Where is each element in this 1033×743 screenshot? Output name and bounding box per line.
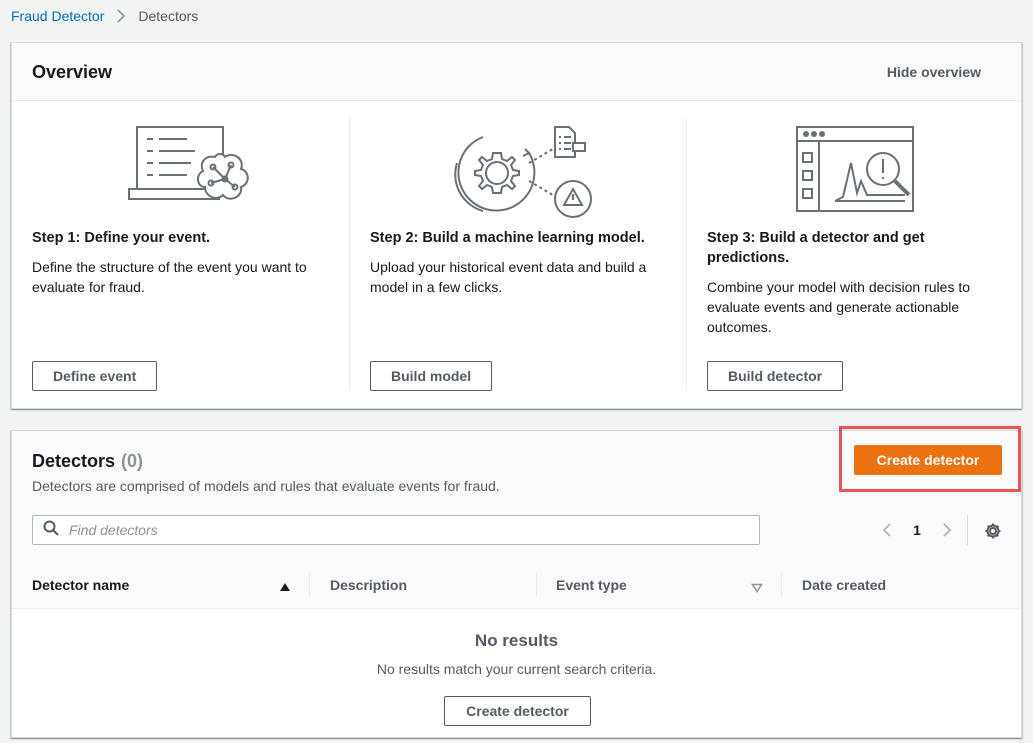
breadcrumb-fraud-detector-link[interactable]: Fraud Detector (11, 8, 104, 24)
detectors-title-text: Detectors (32, 451, 116, 471)
build-detector-button[interactable]: Build detector (707, 361, 844, 391)
create-detector-button[interactable]: Create detector (854, 445, 1002, 475)
laptop-brain-icon (12, 123, 349, 219)
search-icon (43, 520, 59, 541)
column-detector-name[interactable]: Detector name (32, 561, 129, 609)
overview-panel: Overview Hide overview Step 1: Define yo… (11, 42, 1022, 409)
step-1-description: Define the structure of the event you wa… (32, 259, 307, 295)
step-2-description: Upload your historical event data and bu… (370, 259, 647, 295)
column-date-created[interactable]: Date created (802, 561, 886, 609)
table-header: Detector name Description Event type Dat… (12, 561, 1021, 609)
hide-overview-button[interactable]: Hide overview (887, 64, 981, 80)
column-event-type[interactable]: Event type (556, 561, 627, 609)
step-build-detector: Step 3: Build a detector and get predict… (686, 117, 1023, 391)
empty-description: No results match your current search cri… (376, 661, 657, 677)
column-divider (781, 573, 782, 597)
empty-state: No results No results match your current… (12, 609, 1021, 739)
detectors-panel: Detectors (0) Detectors are comprised of … (11, 426, 1022, 739)
step-build-model: Step 2: Build a machine learning model. … (349, 117, 686, 391)
detectors-count: (0) (121, 451, 144, 471)
step-define-event: Step 1: Define your event. Define the st… (12, 117, 349, 391)
build-model-button[interactable]: Build model (370, 361, 493, 391)
overview-header: Overview Hide overview (12, 43, 1021, 101)
pager-divider (967, 515, 968, 545)
empty-create-detector-button[interactable]: Create detector (444, 696, 591, 726)
column-divider (309, 573, 310, 597)
sort-descending-icon[interactable] (751, 580, 763, 598)
step-2-title: Step 2: Build a machine learning model. (370, 230, 645, 246)
gear-cycle-icon (350, 123, 686, 219)
step-3-description: Combine your model with decision rules t… (707, 279, 971, 335)
search-box[interactable] (32, 515, 760, 545)
pagination: 1 (876, 519, 958, 541)
chevron-left-icon[interactable] (876, 519, 898, 541)
breadcrumb-detectors: Detectors (138, 8, 199, 24)
search-input[interactable] (69, 522, 729, 538)
chevron-right-icon (116, 9, 126, 23)
chevron-right-icon[interactable] (936, 519, 958, 541)
detectors-header: Detectors (0) Detectors are comprised of … (12, 426, 1021, 609)
chart-magnifier-icon (687, 123, 1023, 219)
page-number[interactable]: 1 (898, 522, 936, 538)
step-3-title: Step 3: Build a detector and get predict… (707, 230, 925, 266)
detectors-description: Detectors are comprised of models and ru… (32, 478, 500, 494)
overview-title: Overview (32, 62, 113, 82)
column-description[interactable]: Description (330, 561, 407, 609)
column-divider (536, 573, 537, 597)
gear-icon[interactable] (982, 520, 1004, 542)
breadcrumb: Fraud Detector Detectors (11, 8, 198, 24)
detectors-title: Detectors (0) (32, 451, 143, 472)
empty-title: No results (474, 631, 559, 650)
sort-ascending-icon[interactable] (279, 579, 291, 597)
define-event-button[interactable]: Define event (32, 361, 158, 391)
step-1-title: Step 1: Define your event. (32, 230, 211, 246)
